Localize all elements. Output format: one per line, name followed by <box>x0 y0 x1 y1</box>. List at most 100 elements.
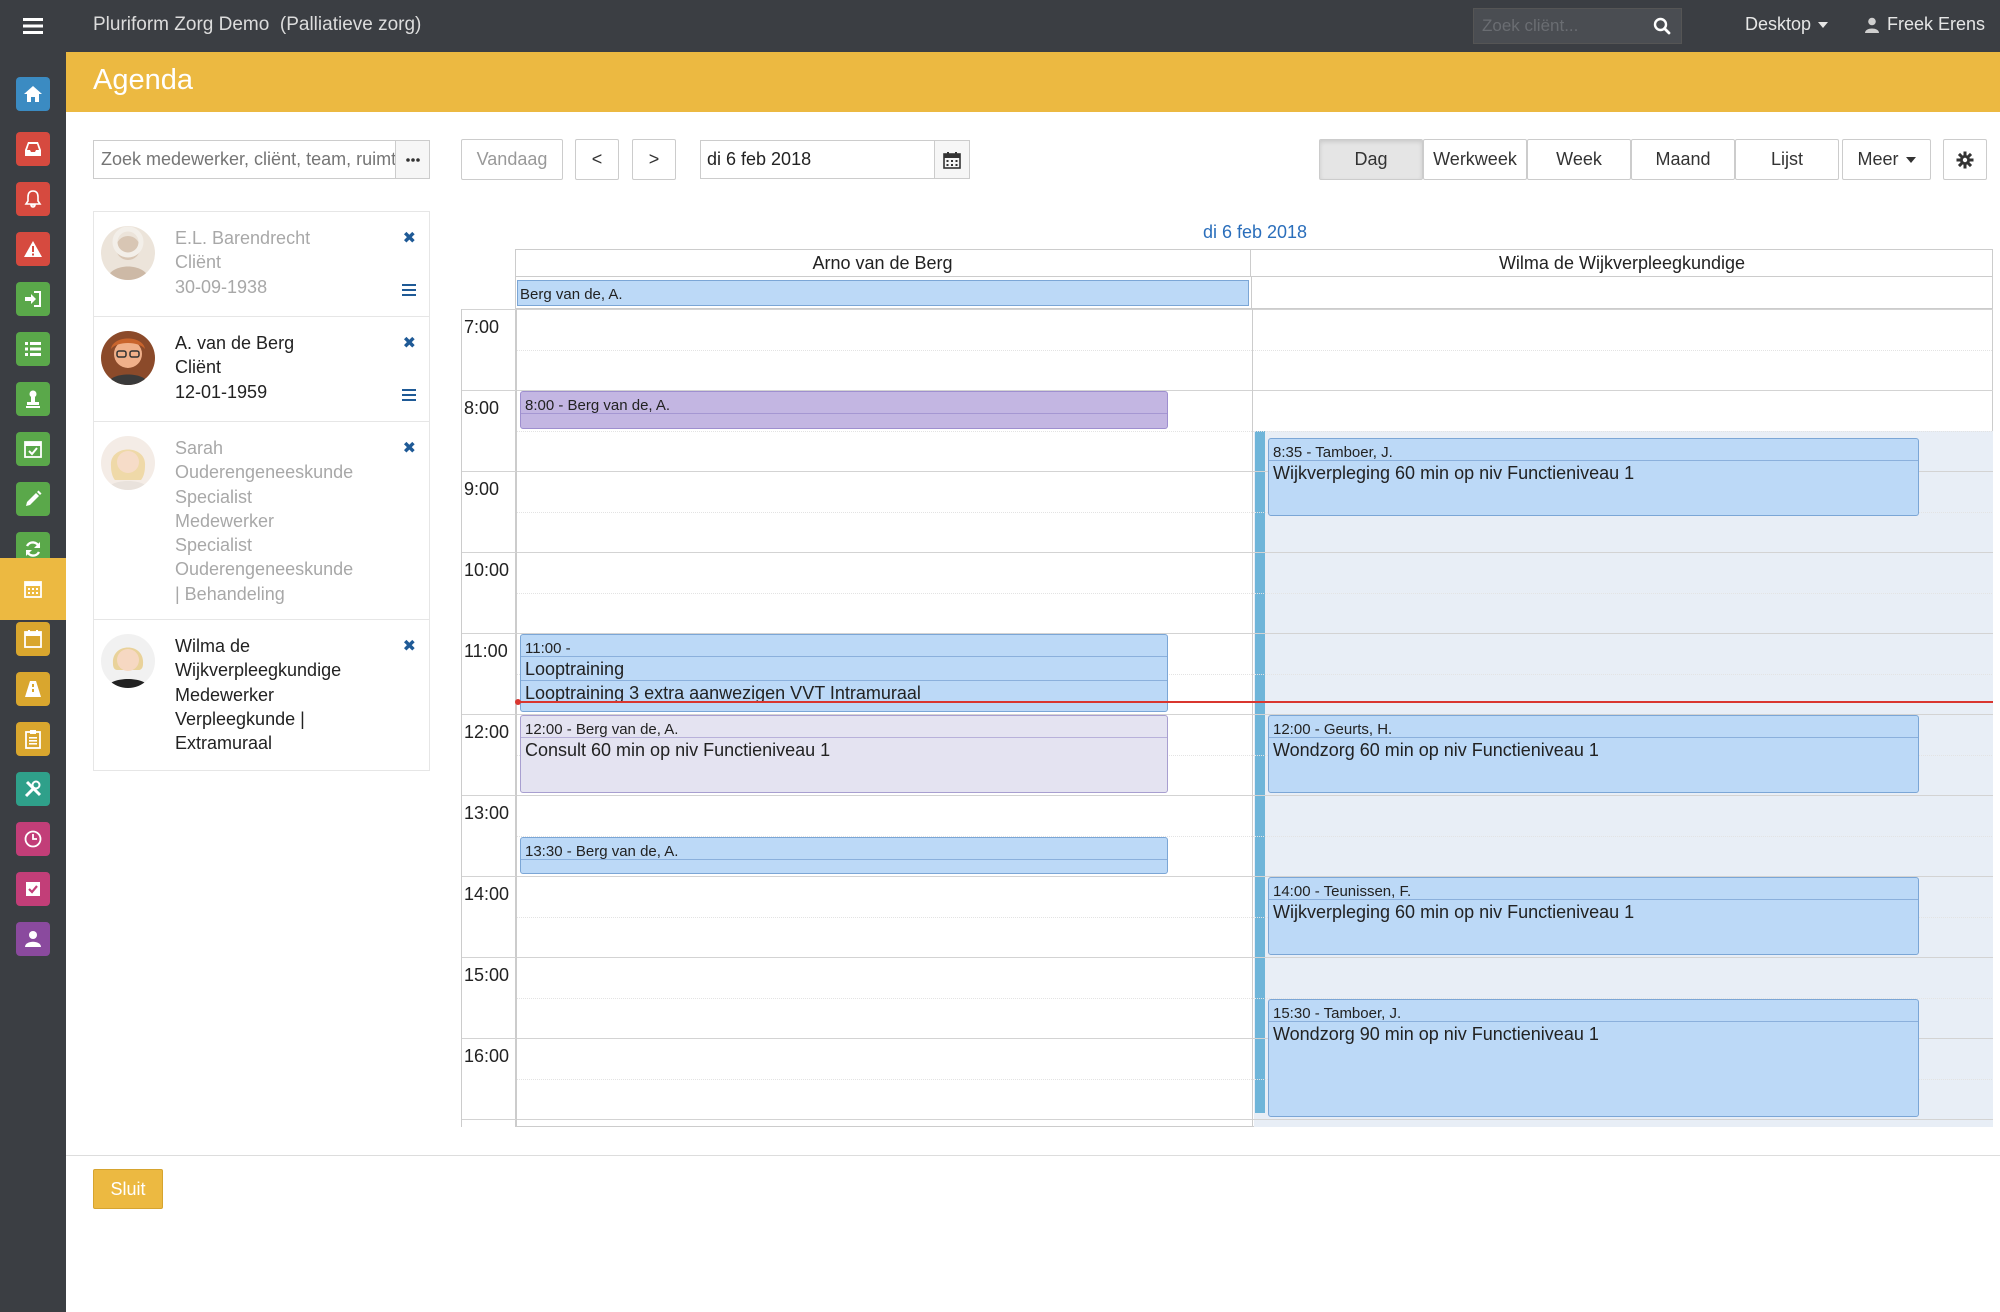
person-card[interactable]: E.L. Barendrecht Cliënt 30-09-1938 ✖ <box>94 212 429 317</box>
search-icon[interactable] <box>1643 9 1681 43</box>
view-workweek-button[interactable]: Werkweek <box>1423 139 1527 180</box>
remove-person-icon[interactable]: ✖ <box>403 636 416 656</box>
appointment-time: 14:00 - Teunissen, F. <box>1269 878 1918 900</box>
view-month-button[interactable]: Maand <box>1631 139 1735 180</box>
person-name: Wilma de <box>175 636 251 656</box>
gear-icon <box>1956 151 1974 168</box>
column-divider <box>1252 309 1253 1127</box>
remove-person-icon[interactable]: ✖ <box>403 333 416 353</box>
user-name: Freek Erens <box>1887 14 1986 34</box>
appointment-title: Wijkverpleging 60 min op niv Functienive… <box>1273 463 1635 484</box>
settings-button[interactable] <box>1943 139 1987 180</box>
hour-label: 16:00 <box>464 1046 510 1066</box>
appointment-title: Wijkverpleging 60 min op niv Functienive… <box>1273 902 1635 922</box>
person-role: Cliënt <box>175 252 222 273</box>
person-name: Wijkverpleegkundige <box>175 660 342 681</box>
hour-label: 7:00 <box>464 317 500 337</box>
person-birthdate: 30-09-1938 <box>175 276 268 297</box>
people-list: E.L. Barendrecht Cliënt 30-09-1938 ✖ A. … <box>93 211 430 771</box>
person-team: Ouderengeneeskunde <box>175 559 354 580</box>
half-hour-line <box>516 349 1993 351</box>
user-dropdown[interactable]: Freek Erens <box>1865 14 1985 35</box>
people-search-input[interactable] <box>94 141 396 178</box>
rail-item[interactable] <box>0 63 66 125</box>
all-day-event[interactable]: Berg van de, A. <box>517 280 1249 306</box>
list-icon <box>16 332 50 366</box>
hour-line <box>462 1119 1993 1120</box>
hour-label: 10:00 <box>464 560 510 580</box>
rail-item[interactable] <box>0 908 66 970</box>
prev-day-button[interactable]: < <box>575 139 619 180</box>
half-hour-line <box>516 430 1993 432</box>
person-role: Cliënt <box>175 357 222 378</box>
view-day-button[interactable]: Dag <box>1319 139 1423 180</box>
person-menu-icon[interactable] <box>402 284 416 296</box>
icon-rail <box>0 0 66 1312</box>
close-button[interactable]: Sluit <box>93 1169 163 1209</box>
appointment-title: Looptraining <box>525 659 625 679</box>
hour-line <box>462 552 1993 553</box>
person-team: | Behandeling <box>175 583 285 604</box>
person-role: Medewerker <box>175 510 275 531</box>
hour-label: 9:00 <box>464 479 500 499</box>
client-search-input[interactable] <box>1474 9 1644 43</box>
bell-icon <box>16 182 50 216</box>
person-role: Medewerker <box>175 684 275 705</box>
checkbox-icon <box>16 872 50 906</box>
desktop-dropdown[interactable]: Desktop <box>1745 14 1829 35</box>
person-name: A. van de Berg <box>175 333 295 353</box>
calendar-icon[interactable] <box>934 141 969 178</box>
current-time-line <box>518 700 1993 703</box>
remove-person-icon[interactable]: ✖ <box>403 228 416 248</box>
half-hour-line <box>516 592 1993 594</box>
more-options-button[interactable] <box>395 141 429 178</box>
ellipsis-icon <box>405 157 420 162</box>
tools-icon <box>16 772 50 806</box>
home-icon <box>16 77 50 111</box>
appointment[interactable]: 12:00 - Berg van de, A. Consult 60 min op… <box>520 715 1168 793</box>
remove-person-icon[interactable]: ✖ <box>403 438 416 458</box>
appointment[interactable]: 15:30 - Tamboer, J. Wondzorg 90 min op ni… <box>1268 998 1919 1117</box>
resource-header: Arno van de Berg <box>515 249 1251 277</box>
appointment-time: 15:30 - Tamboer, J. <box>1269 1000 1918 1022</box>
app-name: Pluriform Zorg Demo <box>93 14 270 35</box>
person-card[interactable]: Wilma de Wijkverpleegkundige Medewerker … <box>94 620 429 770</box>
resource-header: Wilma de Wijkverpleegkundige <box>1251 249 1993 277</box>
appointment[interactable]: 14:00 - Teunissen, F. Wijkverpleging 60 m… <box>1268 877 1919 955</box>
app-title: Pluriform Zorg Demo (Palliatieve zorg) <box>93 14 421 36</box>
footer-divider <box>66 1155 2000 1156</box>
page-title: Agenda <box>93 64 193 96</box>
person-card[interactable]: A. van de Berg Cliënt 12-01-1959 ✖ <box>94 317 429 422</box>
person-details: Wilma de Wijkverpleegkundige Medewerker … <box>175 634 375 755</box>
desktop-label: Desktop <box>1745 14 1812 34</box>
hamburger-menu-icon[interactable] <box>0 0 66 52</box>
date-picker <box>700 140 970 179</box>
view-week-button[interactable]: Week <box>1527 139 1631 180</box>
calendar-icon <box>16 572 50 606</box>
person-team: Specialist <box>175 535 253 556</box>
appointment[interactable]: 12:00 - Geurts, H. Wondzorg 60 min op niv… <box>1268 715 1919 793</box>
appointment[interactable]: 13:30 - Berg van de, A. <box>520 836 1168 874</box>
person-details: Sarah Ouderengeneeskunde Specialist Mede… <box>175 436 375 606</box>
person-card[interactable]: Sarah Ouderengeneeskunde Specialist Mede… <box>94 422 429 620</box>
chevron-down-icon <box>1818 22 1829 29</box>
hour-label: 11:00 <box>464 641 508 661</box>
today-button[interactable]: Vandaag <box>461 139 563 180</box>
person-name: Sarah <box>175 438 224 458</box>
next-day-button[interactable]: > <box>632 139 676 180</box>
view-list-button[interactable]: Lijst <box>1735 139 1839 180</box>
client-search <box>1473 8 1682 44</box>
appointment[interactable]: 8:35 - Tamboer, J. Wijkverpleging 60 min … <box>1268 438 1919 517</box>
person-title: Specialist <box>175 486 253 507</box>
avatar <box>101 436 155 490</box>
person-menu-icon[interactable] <box>402 389 416 401</box>
appointment-title: Consult 60 min op niv Functieniveau 1 <box>525 740 831 760</box>
more-dropdown[interactable]: Meer <box>1842 139 1931 180</box>
date-input[interactable] <box>701 141 935 178</box>
calendar-date-heading[interactable]: di 6 feb 2018 <box>461 222 1993 243</box>
hour-line <box>462 957 1993 958</box>
appointment[interactable]: 8:00 - Berg van de, A. <box>520 391 1168 429</box>
column-divider <box>1251 277 1252 308</box>
people-search <box>93 140 430 179</box>
person-team: Extramuraal <box>175 733 273 754</box>
